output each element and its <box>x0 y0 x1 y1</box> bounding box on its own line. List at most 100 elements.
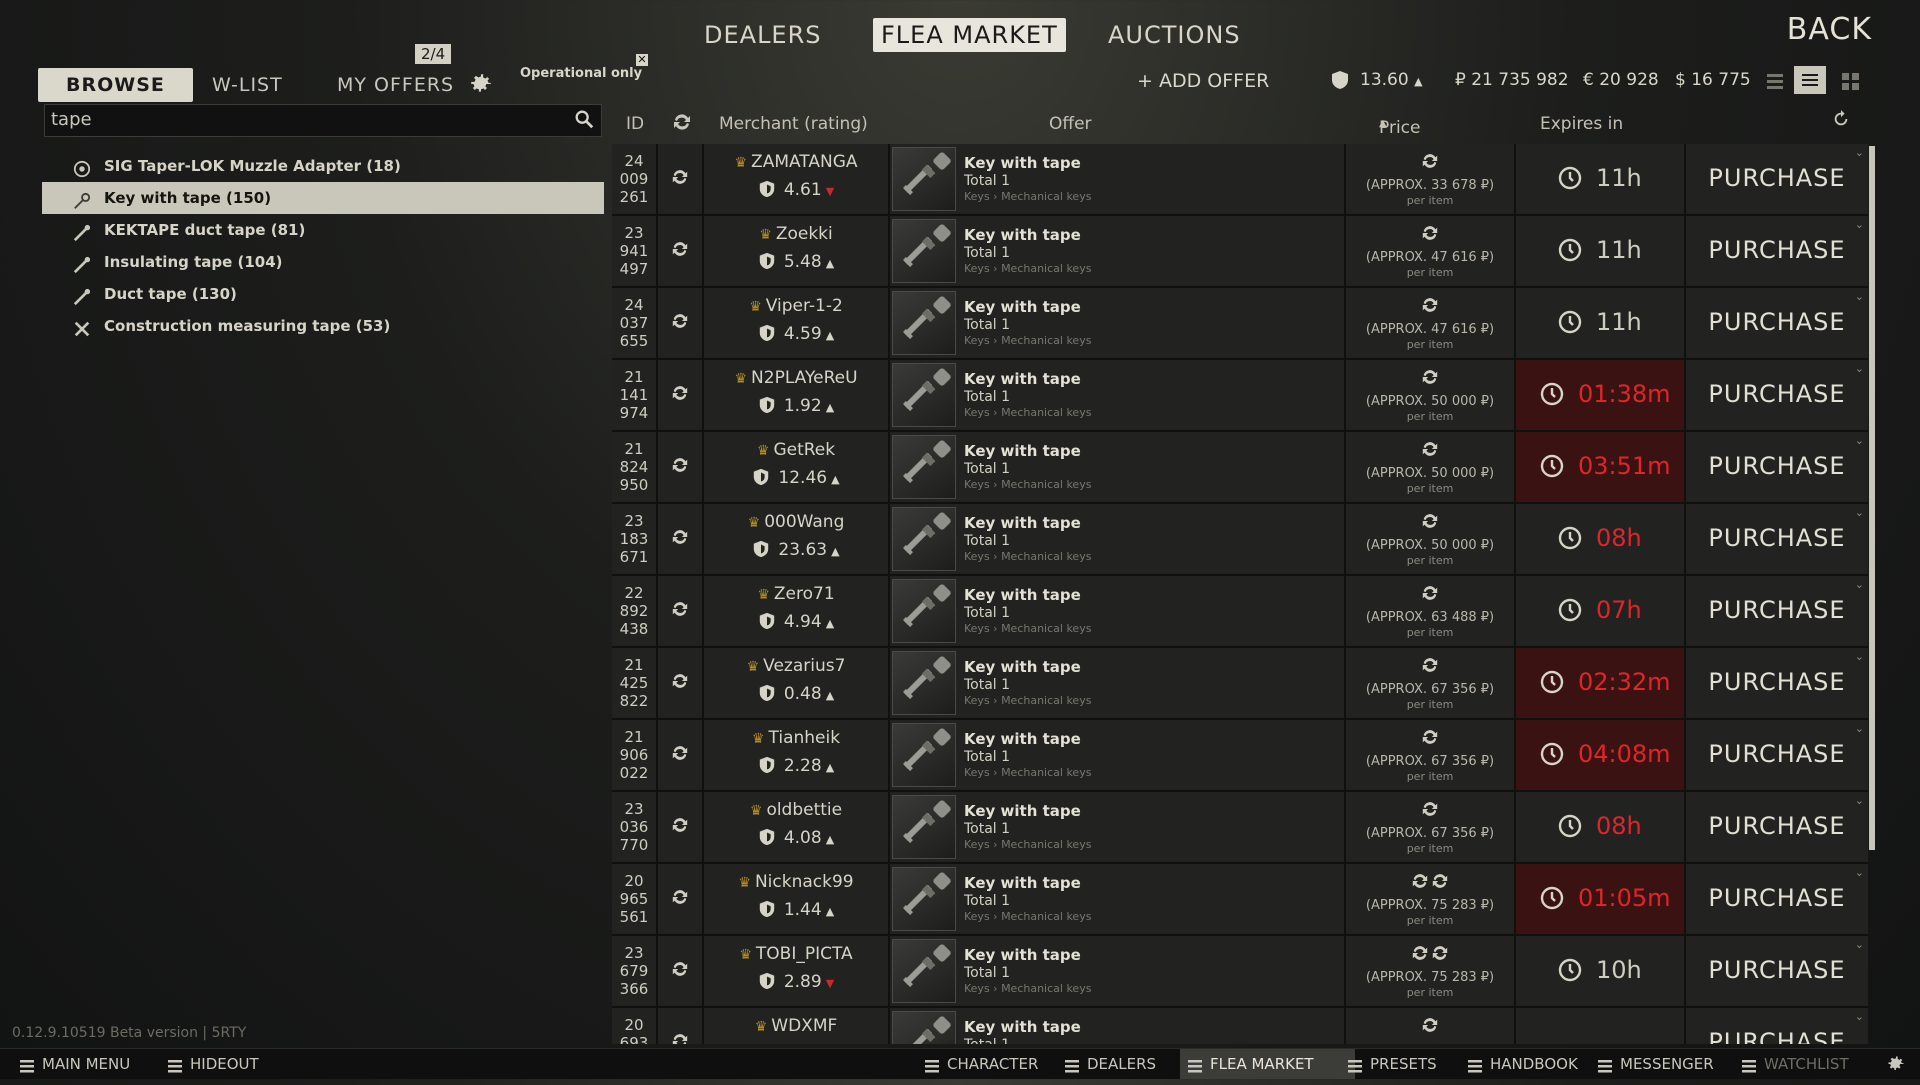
merchant-cell[interactable]: ♛ ZAMATANGA 4.61 ▼ <box>704 144 890 214</box>
merchant-cell[interactable]: ♛ Nicknack99 1.44 ▲ <box>704 864 890 934</box>
tab-flea-market[interactable]: FLEA MARKET <box>873 18 1066 52</box>
category-item[interactable]: KEKTAPE duct tape (81) <box>42 214 604 246</box>
add-offer-button[interactable]: + ADD OFFER <box>1137 70 1269 92</box>
merchant-cell[interactable]: ♛ N2PLAYeReU 1.92 ▲ <box>704 360 890 430</box>
category-item[interactable]: SIG Taper-LOK Muzzle Adapter (18) <box>42 150 604 182</box>
category-item[interactable]: Construction measuring tape (53) <box>42 310 604 342</box>
key-item-thumbnail[interactable] <box>892 147 956 211</box>
bottom-nav-menu[interactable]: MAIN MENU <box>12 1049 177 1079</box>
merchant-cell[interactable]: ♛ Vezarius7 0.48 ▲ <box>704 648 890 718</box>
key-item-thumbnail[interactable] <box>892 1011 956 1044</box>
price-cell[interactable]: (APPROX. 50 000 ₽) per item <box>1346 504 1516 574</box>
purchase-button[interactable]: PURCHASE ⌄ <box>1686 936 1868 1006</box>
operational-only-filter[interactable]: Operational only <box>520 66 642 81</box>
search-input[interactable]: tape <box>44 104 602 137</box>
purchase-button[interactable]: PURCHASE ⌄ <box>1686 288 1868 358</box>
chevron-down-icon[interactable]: ⌄ <box>1855 506 1864 519</box>
key-item-thumbnail[interactable] <box>892 795 956 859</box>
purchase-button[interactable]: PURCHASE ⌄ <box>1686 504 1868 574</box>
settings-icon[interactable] <box>1886 1054 1906 1074</box>
settings-gear-icon[interactable] <box>468 71 494 97</box>
bottom-nav-dealers[interactable]: DEALERS <box>1057 1049 1197 1079</box>
back-button[interactable]: BACK <box>1787 12 1872 47</box>
purchase-button[interactable]: PURCHASE ⌄ <box>1686 720 1868 790</box>
purchase-button[interactable]: PURCHASE ⌄ <box>1686 144 1868 214</box>
offer-cell[interactable]: Key with tape Total 1 Keys › Mechanical … <box>890 360 1346 430</box>
price-cell[interactable]: (APPROX. 50 000 ₽) per item <box>1346 432 1516 502</box>
price-cell[interactable]: (APPROX. 47 616 ₽) per item <box>1346 216 1516 286</box>
price-cell[interactable]: (APPROX. 47 616 ₽) per item <box>1346 288 1516 358</box>
chevron-down-icon[interactable]: ⌄ <box>1855 794 1864 807</box>
tab-browse[interactable]: BROWSE <box>38 68 193 102</box>
price-cell[interactable]: (APPROX. 75 283 ₽) per item <box>1346 864 1516 934</box>
key-item-thumbnail[interactable] <box>892 291 956 355</box>
offer-cell[interactable]: Key with tape Total 1 Keys › Mechanical … <box>890 936 1346 1006</box>
chevron-down-icon[interactable]: ⌄ <box>1855 146 1864 159</box>
purchase-button[interactable]: PURCHASE ⌄ <box>1686 792 1868 862</box>
merchant-cell[interactable]: ♛ GetRek 12.46 ▲ <box>704 432 890 502</box>
bottom-nav-handbook[interactable]: HANDBOOK <box>1460 1049 1605 1079</box>
bottom-nav-flea-market[interactable]: FLEA MARKET <box>1180 1049 1355 1079</box>
merchant-cell[interactable]: ♛ Tianheik 2.28 ▲ <box>704 720 890 790</box>
scrollbar[interactable] <box>1869 146 1875 850</box>
key-item-thumbnail[interactable] <box>892 939 956 1003</box>
key-item-thumbnail[interactable] <box>892 867 956 931</box>
tab-my-offers[interactable]: MY OFFERS <box>337 68 454 102</box>
bottom-nav-messenger[interactable]: MESSENGER <box>1590 1049 1750 1079</box>
header-id[interactable]: ID <box>626 114 644 134</box>
purchase-button[interactable]: PURCHASE ⌄ <box>1686 1008 1868 1044</box>
key-item-thumbnail[interactable] <box>892 507 956 571</box>
key-item-thumbnail[interactable] <box>892 435 956 499</box>
category-item[interactable]: Insulating tape (104) <box>42 246 604 278</box>
chevron-down-icon[interactable]: ⌄ <box>1855 362 1864 375</box>
category-item[interactable]: Key with tape (150) <box>42 182 604 214</box>
bottom-nav-hideout[interactable]: HIDEOUT <box>160 1049 295 1079</box>
purchase-button[interactable]: PURCHASE ⌄ <box>1686 864 1868 934</box>
chevron-down-icon[interactable]: ⌄ <box>1855 722 1864 735</box>
search-icon[interactable] <box>573 108 595 130</box>
refresh-icon[interactable] <box>1832 110 1850 133</box>
offer-cell[interactable]: Key with tape Total 1 Keys › Mechanical … <box>890 432 1346 502</box>
close-filter-icon[interactable]: ✕ <box>636 54 648 66</box>
merchant-cell[interactable]: ♛ 000Wang 23.63 ▲ <box>704 504 890 574</box>
price-cell[interactable]: (APPROX. 75 283 ₽) per item <box>1346 936 1516 1006</box>
merchant-cell[interactable]: ♛ oldbettie 4.08 ▲ <box>704 792 890 862</box>
key-item-thumbnail[interactable] <box>892 723 956 787</box>
offer-cell[interactable]: Key with tape Total 1 Keys › Mechanical … <box>890 288 1346 358</box>
chevron-down-icon[interactable]: ⌄ <box>1855 866 1864 879</box>
tab-dealers[interactable]: DEALERS <box>696 18 830 52</box>
merchant-cell[interactable]: ♛ TOBI_PICTA 2.89 ▼ <box>704 936 890 1006</box>
bottom-nav-watchlist[interactable]: WATCHLIST <box>1734 1049 1884 1079</box>
price-cell[interactable]: (APPROX. 67 356 ₽) per item <box>1346 720 1516 790</box>
category-item[interactable]: Duct tape (130) <box>42 278 604 310</box>
header-expires[interactable]: Expires in <box>1540 114 1623 134</box>
bottom-nav-presets[interactable]: PRESETS <box>1340 1049 1470 1079</box>
key-item-thumbnail[interactable] <box>892 651 956 715</box>
compact-view-icon[interactable] <box>1764 70 1786 92</box>
offer-cell[interactable]: Key with tape Total 1 Keys › Mechanical … <box>890 720 1346 790</box>
key-item-thumbnail[interactable] <box>892 579 956 643</box>
offer-cell[interactable]: Key with tape Total 1 Keys › Mechanical … <box>890 792 1346 862</box>
offer-cell[interactable]: Key with tape Total 1 Keys › Mechanical … <box>890 504 1346 574</box>
offer-cell[interactable]: Key with tape Total 1 Keys › Mechanical … <box>890 216 1346 286</box>
offer-cell[interactable]: Key with tape Total 1 Keys › Mechanical … <box>890 576 1346 646</box>
price-cell[interactable] <box>1346 1008 1516 1044</box>
merchant-cell[interactable]: ♛ Viper-1-2 4.59 ▲ <box>704 288 890 358</box>
offer-cell[interactable]: Key with tape Total 1 <box>890 1008 1346 1044</box>
chevron-down-icon[interactable]: ⌄ <box>1855 218 1864 231</box>
bottom-nav-character[interactable]: CHARACTER <box>917 1049 1067 1079</box>
list-view-icon[interactable] <box>1794 66 1826 94</box>
chevron-down-icon[interactable]: ⌄ <box>1855 1010 1864 1023</box>
grid-view-icon[interactable] <box>1840 70 1862 92</box>
offer-cell[interactable]: Key with tape Total 1 Keys › Mechanical … <box>890 144 1346 214</box>
purchase-button[interactable]: PURCHASE ⌄ <box>1686 576 1868 646</box>
chevron-down-icon[interactable]: ⌄ <box>1855 938 1864 951</box>
offer-cell[interactable]: Key with tape Total 1 Keys › Mechanical … <box>890 648 1346 718</box>
price-cell[interactable]: (APPROX. 67 356 ₽) per item <box>1346 648 1516 718</box>
tab-auctions[interactable]: AUCTIONS <box>1100 18 1249 52</box>
purchase-button[interactable]: PURCHASE ⌄ <box>1686 648 1868 718</box>
chevron-down-icon[interactable]: ⌄ <box>1855 650 1864 663</box>
offer-cell[interactable]: Key with tape Total 1 Keys › Mechanical … <box>890 864 1346 934</box>
purchase-button[interactable]: PURCHASE ⌄ <box>1686 432 1868 502</box>
header-offer[interactable]: Offer <box>1049 114 1092 134</box>
